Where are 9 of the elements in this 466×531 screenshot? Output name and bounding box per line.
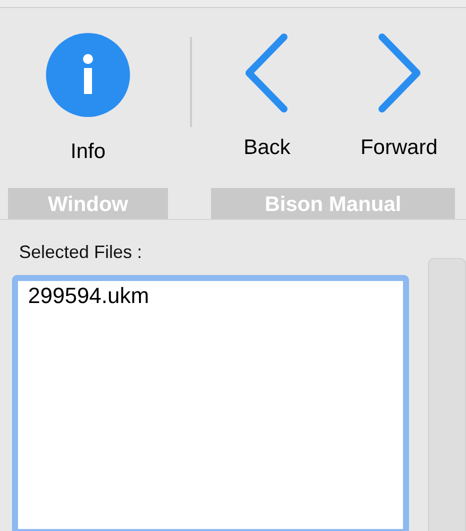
file-list[interactable]: 299594.ukm [12,275,409,531]
section-label: Selected Files : [19,242,144,264]
file-item[interactable]: 299594.ukm [28,283,150,309]
back-icon [244,33,290,113]
forward-icon [376,33,422,113]
info-button[interactable]: Info [32,8,144,158]
back-button[interactable]: Back [211,8,323,158]
info-icon [46,33,130,117]
forward-button[interactable]: Forward [343,8,455,158]
